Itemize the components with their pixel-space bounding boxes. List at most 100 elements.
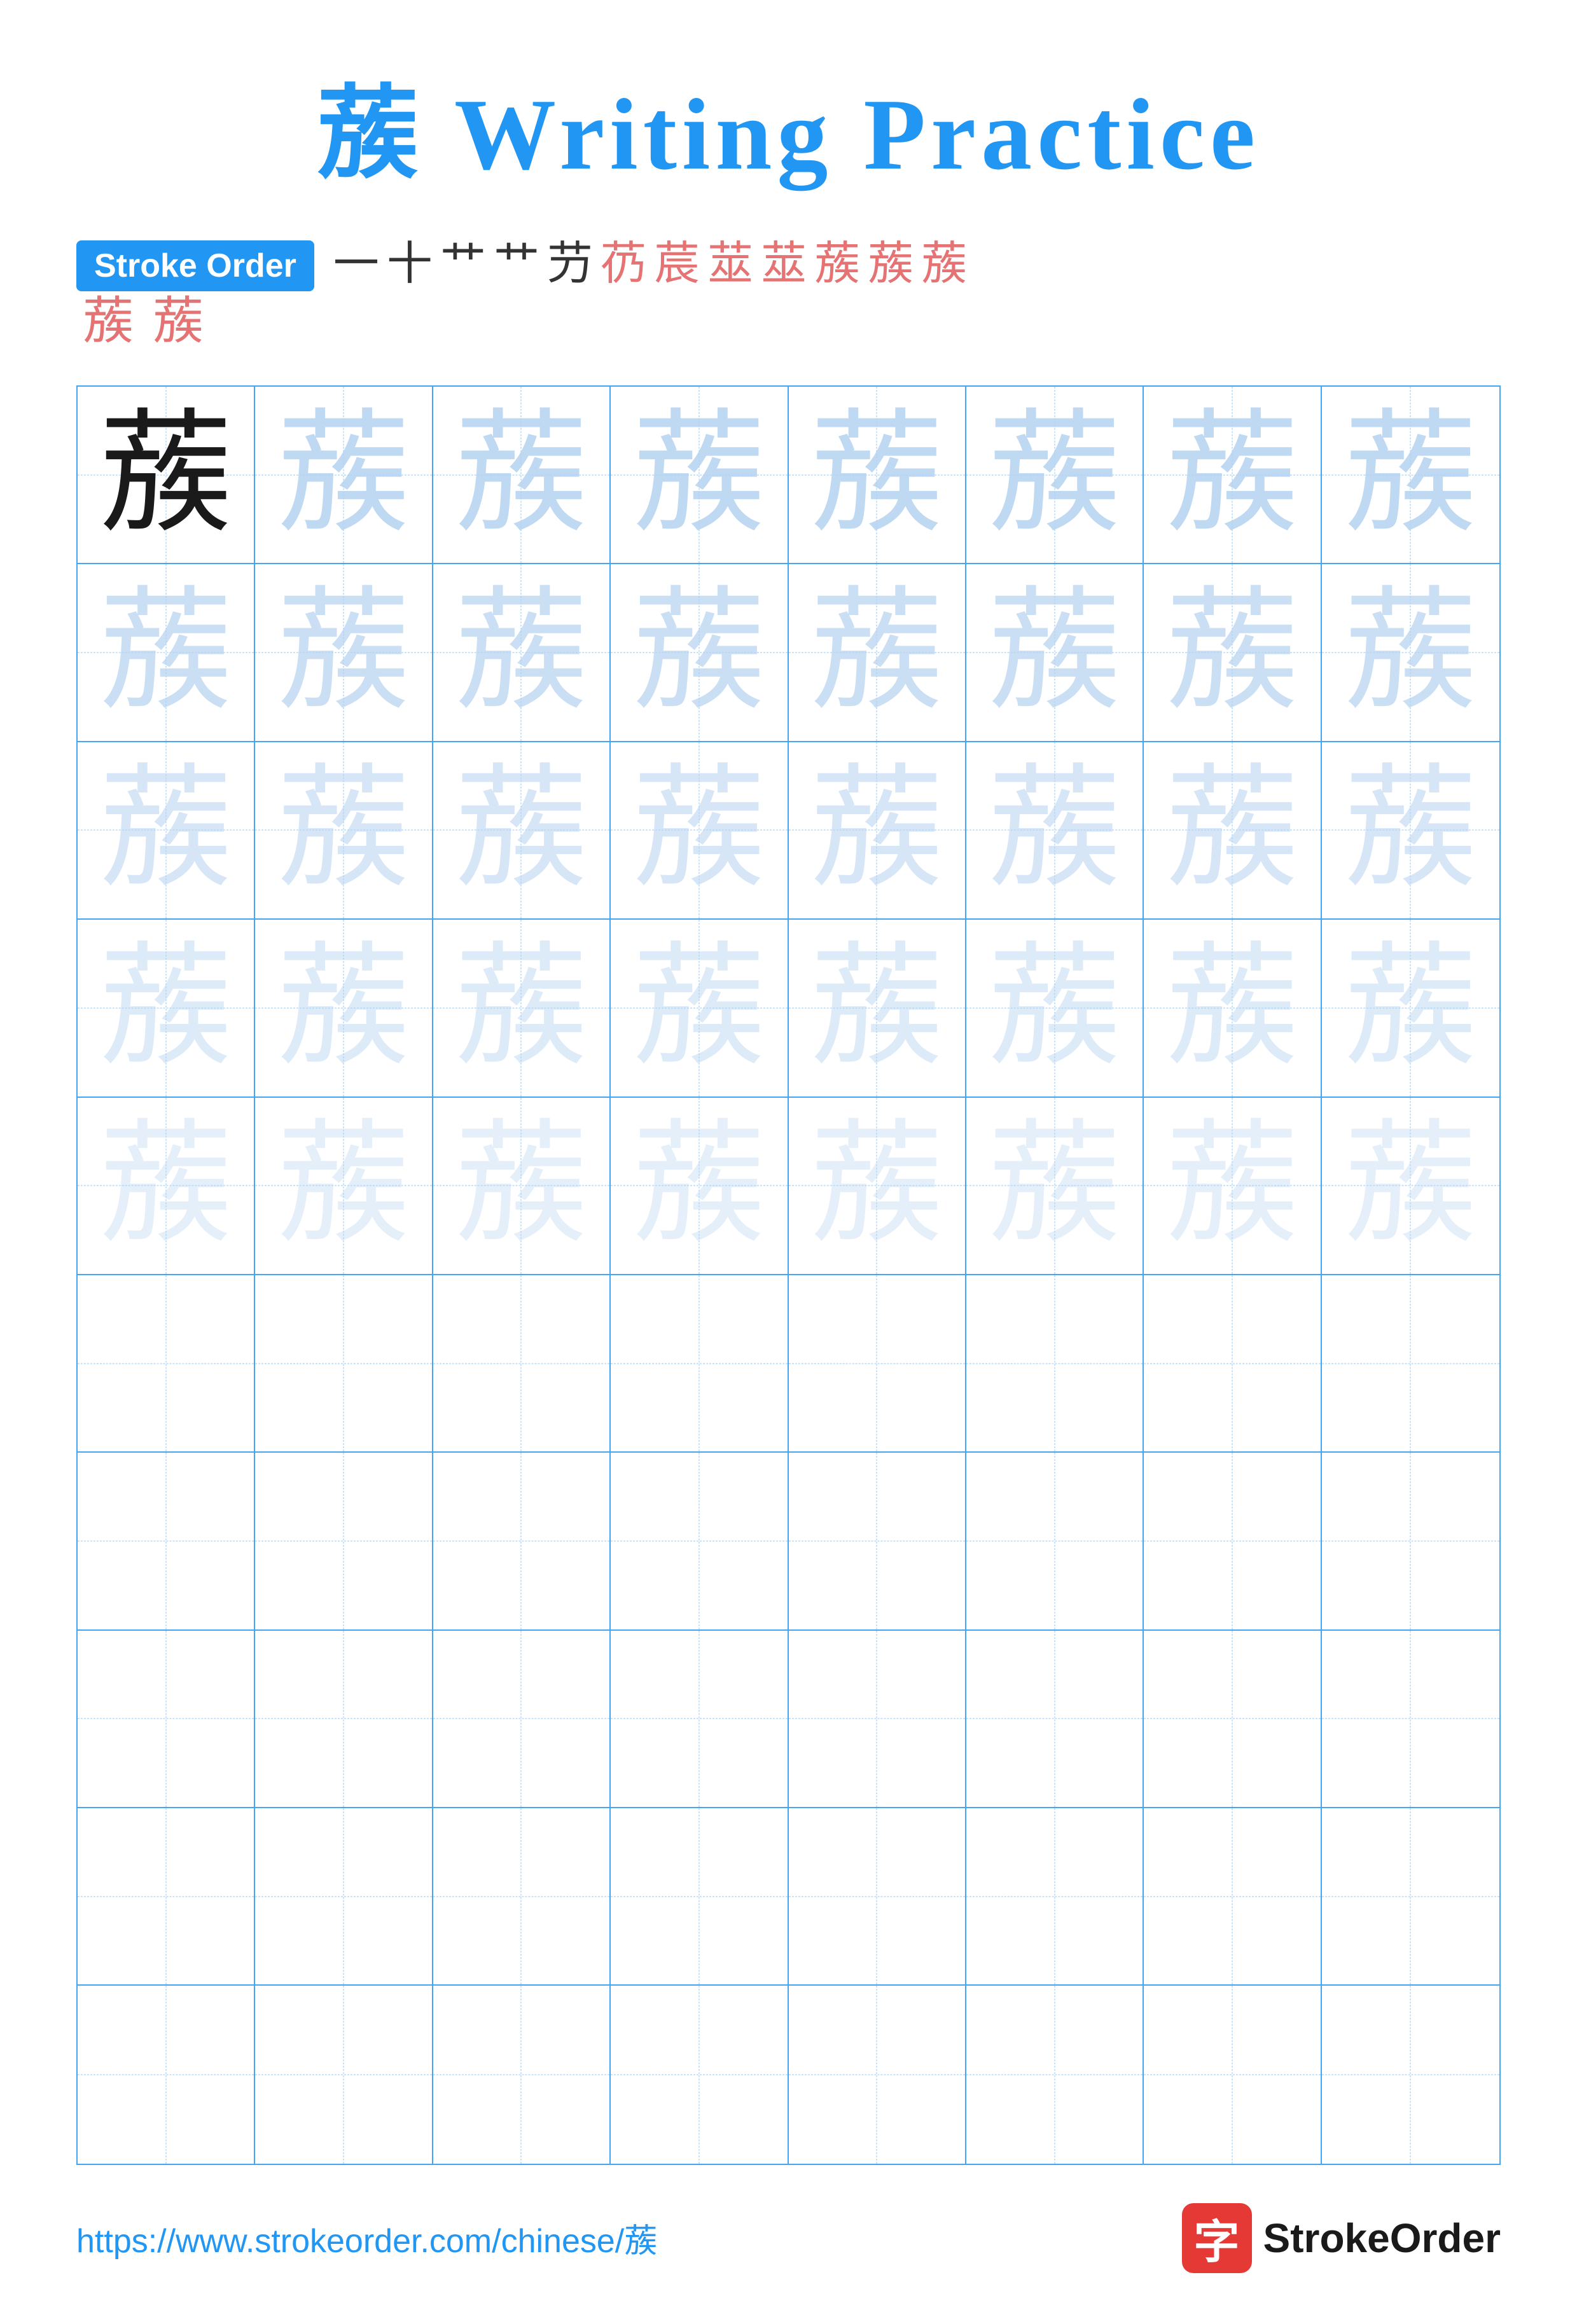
grid-cell[interactable] <box>78 1631 255 1808</box>
grid-cell[interactable]: 蔟 <box>1144 742 1321 920</box>
grid-cell[interactable] <box>789 1808 966 1986</box>
grid-cell[interactable]: 蔟 <box>433 387 611 564</box>
grid-cell[interactable] <box>433 1631 611 1808</box>
grid-cell[interactable] <box>611 1808 788 1986</box>
grid-cell[interactable]: 蔟 <box>78 564 255 742</box>
grid-cell[interactable]: 蔟 <box>966 387 1144 564</box>
grid-cell[interactable]: 蔟 <box>966 1098 1144 1275</box>
grid-cell[interactable]: 蔟 <box>1144 387 1321 564</box>
grid-row-4: 蔟 蔟 蔟 蔟 蔟 蔟 蔟 蔟 <box>78 920 1499 1097</box>
grid-cell[interactable] <box>789 1986 966 2163</box>
practice-char-guide: 蔟 <box>1344 941 1477 1075</box>
grid-cell[interactable]: 蔟 <box>78 387 255 564</box>
grid-cell[interactable] <box>1144 1631 1321 1808</box>
stroke-order-section: Stroke Order 一 十 艹 艹 芀 芿 莀 莁 莁 蔟 蔟 蔟 <box>76 237 1501 291</box>
grid-cell[interactable]: 蔟 <box>1144 564 1321 742</box>
grid-cell[interactable] <box>78 1808 255 1986</box>
grid-cell[interactable] <box>611 1453 788 1630</box>
practice-char-guide: 蔟 <box>810 408 943 542</box>
grid-cell[interactable] <box>1322 1808 1499 1986</box>
grid-cell[interactable] <box>1322 1631 1499 1808</box>
grid-cell[interactable] <box>1322 1453 1499 1630</box>
grid-cell[interactable]: 蔟 <box>789 1098 966 1275</box>
grid-row-10 <box>78 1986 1499 2163</box>
grid-cell[interactable] <box>966 1275 1144 1453</box>
grid-cell[interactable] <box>611 1275 788 1453</box>
stroke-1: 一 <box>333 241 379 287</box>
grid-cell[interactable] <box>966 1631 1144 1808</box>
practice-char-guide: 蔟 <box>277 408 410 542</box>
grid-cell[interactable]: 蔟 <box>789 564 966 742</box>
grid-cell[interactable]: 蔟 <box>255 742 433 920</box>
grid-cell[interactable]: 蔟 <box>611 742 788 920</box>
practice-char-guide: 蔟 <box>99 763 233 897</box>
grid-cell[interactable]: 蔟 <box>789 387 966 564</box>
grid-cell[interactable]: 蔟 <box>1322 564 1499 742</box>
practice-char-guide: 蔟 <box>632 763 766 897</box>
footer-brand: 字 StrokeOrder <box>1182 2203 1501 2273</box>
grid-cell[interactable]: 蔟 <box>966 742 1144 920</box>
grid-cell[interactable]: 蔟 <box>611 1098 788 1275</box>
practice-char-guide: 蔟 <box>454 586 588 719</box>
grid-cell[interactable] <box>255 1275 433 1453</box>
grid-cell[interactable] <box>966 1808 1144 1986</box>
grid-cell[interactable]: 蔟 <box>255 920 433 1097</box>
grid-cell[interactable] <box>611 1631 788 1808</box>
grid-cell[interactable]: 蔟 <box>433 1098 611 1275</box>
grid-cell[interactable]: 蔟 <box>1322 920 1499 1097</box>
grid-row-2: 蔟 蔟 蔟 蔟 蔟 蔟 蔟 蔟 <box>78 564 1499 742</box>
grid-cell[interactable] <box>433 1453 611 1630</box>
grid-cell[interactable]: 蔟 <box>78 742 255 920</box>
grid-cell[interactable] <box>1144 1808 1321 1986</box>
grid-cell[interactable] <box>1144 1453 1321 1630</box>
grid-cell[interactable]: 蔟 <box>433 564 611 742</box>
grid-cell[interactable]: 蔟 <box>255 564 433 742</box>
stroke-order-extra: 蔟 蔟 <box>76 296 1501 347</box>
grid-cell[interactable]: 蔟 <box>255 387 433 564</box>
footer-url[interactable]: https://www.strokeorder.com/chinese/蔟 <box>76 2214 657 2262</box>
brand-name: StrokeOrder <box>1263 2215 1501 2262</box>
grid-cell[interactable] <box>433 1275 611 1453</box>
grid-cell[interactable]: 蔟 <box>433 920 611 1097</box>
grid-cell[interactable]: 蔟 <box>1322 1098 1499 1275</box>
grid-cell[interactable] <box>255 1631 433 1808</box>
practice-char-guide: 蔟 <box>632 586 766 719</box>
grid-cell[interactable] <box>78 1275 255 1453</box>
grid-cell[interactable]: 蔟 <box>78 920 255 1097</box>
grid-cell[interactable]: 蔟 <box>1322 742 1499 920</box>
grid-cell[interactable]: 蔟 <box>966 920 1144 1097</box>
grid-cell[interactable] <box>966 1986 1144 2163</box>
grid-cell[interactable] <box>255 1808 433 1986</box>
grid-cell[interactable] <box>78 1986 255 2163</box>
brand-icon: 字 <box>1182 2203 1252 2273</box>
grid-cell[interactable]: 蔟 <box>1144 920 1321 1097</box>
grid-cell[interactable] <box>1322 1275 1499 1453</box>
practice-grid: 蔟 蔟 蔟 蔟 蔟 蔟 蔟 蔟 蔟 蔟 蔟 蔟 蔟 蔟 蔟 蔟 蔟 蔟 蔟 蔟 … <box>76 385 1501 2165</box>
grid-cell[interactable]: 蔟 <box>78 1098 255 1275</box>
grid-cell[interactable]: 蔟 <box>611 564 788 742</box>
grid-cell[interactable] <box>1144 1986 1321 2163</box>
grid-cell[interactable]: 蔟 <box>611 920 788 1097</box>
grid-cell[interactable]: 蔟 <box>255 1098 433 1275</box>
grid-cell[interactable] <box>611 1986 788 2163</box>
grid-cell[interactable] <box>433 1986 611 2163</box>
grid-cell[interactable] <box>789 1275 966 1453</box>
grid-cell[interactable]: 蔟 <box>611 387 788 564</box>
grid-cell[interactable] <box>255 1453 433 1630</box>
grid-cell[interactable]: 蔟 <box>789 920 966 1097</box>
grid-cell[interactable]: 蔟 <box>966 564 1144 742</box>
grid-row-7 <box>78 1453 1499 1630</box>
grid-cell[interactable]: 蔟 <box>1144 1098 1321 1275</box>
grid-cell[interactable]: 蔟 <box>789 742 966 920</box>
grid-cell[interactable] <box>78 1453 255 1630</box>
grid-cell[interactable] <box>789 1453 966 1630</box>
grid-cell[interactable] <box>433 1808 611 1986</box>
grid-cell[interactable] <box>255 1986 433 2163</box>
grid-cell[interactable] <box>1144 1275 1321 1453</box>
grid-cell[interactable]: 蔟 <box>1322 387 1499 564</box>
practice-char-guide: 蔟 <box>454 408 588 542</box>
grid-cell[interactable] <box>1322 1986 1499 2163</box>
grid-cell[interactable] <box>789 1631 966 1808</box>
grid-cell[interactable]: 蔟 <box>433 742 611 920</box>
grid-cell[interactable] <box>966 1453 1144 1630</box>
